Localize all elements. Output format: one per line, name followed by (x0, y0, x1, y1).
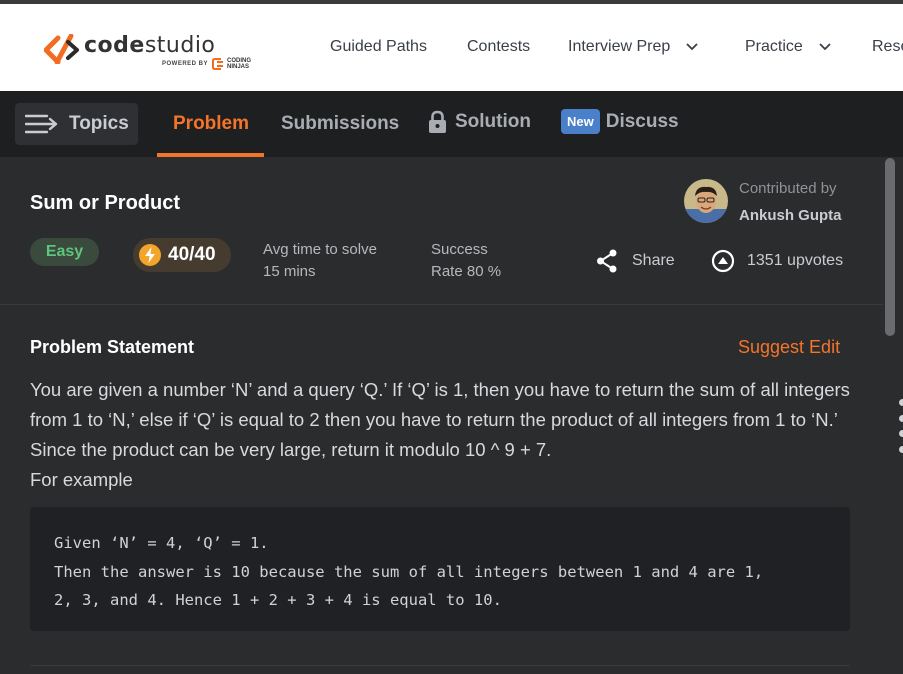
dot-icon (899, 414, 903, 422)
problem-statement-text: You are given a number ‘N’ and a query ‘… (30, 375, 860, 495)
problem-tabbar: Topics Problem Submissions Solution New … (0, 91, 903, 157)
suggest-edit-link[interactable]: Suggest Edit (738, 337, 840, 358)
tab-discuss[interactable]: New Discuss (561, 109, 679, 134)
codestudio-logo-icon (44, 34, 79, 64)
tab-solution[interactable]: Solution (428, 110, 531, 134)
lightning-icon (139, 244, 161, 266)
nav-contests[interactable]: Contests (467, 38, 530, 56)
share-button[interactable]: Share (596, 249, 675, 273)
scrollbar-thumb[interactable] (885, 158, 895, 336)
nav-practice[interactable]: Practice (745, 38, 831, 56)
contributor-avatar[interactable] (684, 179, 728, 223)
share-icon (597, 249, 617, 273)
contributed-by-label: Contributed by (739, 180, 837, 197)
contributor-name[interactable]: Ankush Gupta (739, 207, 842, 224)
example-code-block: Given ‘N’ = 4, ‘Q’ = 1. Then the answer … (30, 507, 850, 631)
score-badge: 40/40 (133, 238, 231, 272)
topics-button[interactable]: Topics (15, 103, 138, 145)
nav-guided-paths[interactable]: Guided Paths (330, 38, 427, 56)
chevron-down-icon (819, 43, 831, 51)
upvote-button[interactable]: 1351 upvotes (711, 249, 843, 273)
codestudio-logo[interactable]: codestudio POWERED BY CODING NINJAS (44, 34, 251, 70)
new-badge: New (561, 109, 600, 134)
dot-icon (899, 399, 903, 406)
problem-statement-heading: Problem Statement (30, 337, 195, 357)
avg-time: Avg time to solve 15 mins (263, 241, 377, 280)
problem-header: Sum or Product Easy 40/40 Avg time to so… (0, 157, 883, 305)
logo-wordmark: codestudio (84, 33, 216, 58)
dot-icon (899, 445, 903, 453)
upvote-icon (711, 249, 735, 273)
success-rate: Success Rate 80 % (431, 241, 502, 280)
difficulty-badge: Easy (30, 238, 99, 266)
side-dots-menu[interactable] (899, 399, 903, 461)
topics-label: Topics (69, 113, 129, 134)
nav-resources[interactable]: Rese (872, 38, 903, 56)
code-line: Then the answer is 10 because the sum of… (54, 562, 764, 581)
site-navbar: codestudio POWERED BY CODING NINJAS Guide… (0, 4, 903, 91)
avatar-image (684, 179, 728, 223)
tab-submissions[interactable]: Submissions (281, 113, 399, 135)
coding-ninjas-icon (212, 58, 224, 70)
nav-interview-prep[interactable]: Interview Prep (568, 38, 698, 56)
lock-icon (429, 110, 446, 133)
statement-paragraph: You are given a number ‘N’ and a query ‘… (30, 379, 850, 460)
problem-title: Sum or Product (30, 192, 181, 214)
dot-icon (899, 430, 903, 437)
code-line: Given ‘N’ = 4, ‘Q’ = 1. (54, 534, 269, 552)
code-line: 2, 3, and 4. Hence 1 + 2 + 3 + 4 is equa… (54, 591, 502, 609)
for-example-label: For example (30, 469, 133, 490)
section-divider (30, 665, 850, 666)
menu-arrow-icon (25, 114, 58, 134)
tab-problem[interactable]: Problem (173, 113, 249, 135)
chevron-down-icon (686, 43, 698, 51)
powered-by-coding-ninjas: POWERED BY CODING NINJAS (162, 58, 252, 70)
